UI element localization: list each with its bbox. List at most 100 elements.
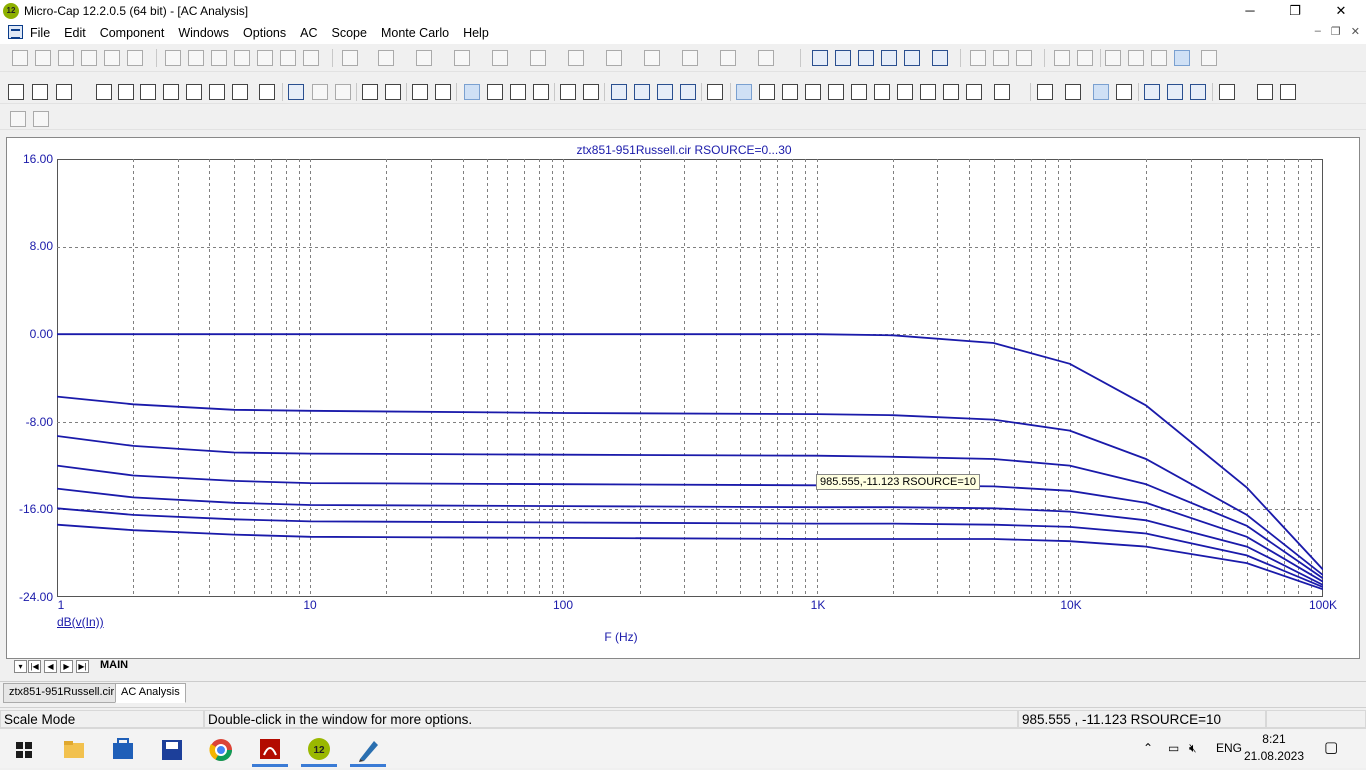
pen-tool-icon[interactable] <box>350 733 386 767</box>
macro-icon[interactable] <box>644 50 660 66</box>
fit-horizontal-icon[interactable] <box>1093 84 1109 100</box>
language-indicator[interactable]: ENG <box>1216 741 1242 755</box>
inflection-icon[interactable] <box>828 84 844 100</box>
tab-main[interactable]: MAIN <box>100 659 128 671</box>
component-editor-icon[interactable] <box>970 50 986 66</box>
window-split-icon[interactable] <box>881 50 897 66</box>
top-icon[interactable] <box>897 84 913 100</box>
bill-of-materials-icon[interactable] <box>1105 50 1121 66</box>
micro-cap-icon[interactable]: 12 <box>301 733 337 767</box>
cursor-right-icon[interactable] <box>533 84 549 100</box>
netlist-icon[interactable] <box>1128 50 1144 66</box>
pan-icon[interactable] <box>32 84 48 100</box>
tab-ac-analysis[interactable]: AC Analysis <box>115 683 186 703</box>
next-page-button[interactable]: ▶ <box>60 660 73 673</box>
select-mode-icon[interactable] <box>8 84 24 100</box>
text-mode-icon[interactable] <box>232 84 248 100</box>
plot-properties-icon[interactable] <box>1077 50 1093 66</box>
system-clock[interactable]: 8:21 21.08.2023 <box>1244 731 1304 765</box>
tile-vertical-icon[interactable] <box>835 50 851 66</box>
shape-editor-icon[interactable] <box>993 50 1009 66</box>
mosfet-icon[interactable] <box>568 50 584 66</box>
capacitor-icon[interactable] <box>416 50 432 66</box>
acrobat-icon[interactable] <box>252 733 288 767</box>
diode-icon[interactable] <box>492 50 508 66</box>
globe-icon[interactable] <box>1016 50 1032 66</box>
scope-icon[interactable] <box>56 84 72 100</box>
document-menu-icon[interactable] <box>8 25 23 39</box>
line-draw-icon[interactable] <box>140 84 156 100</box>
vertical-tag-icon[interactable] <box>583 84 599 100</box>
battery-icon[interactable]: ▭ <box>1168 741 1179 755</box>
font-icon[interactable] <box>1257 84 1273 100</box>
menu-help[interactable]: Help <box>463 26 489 40</box>
fit-vertical-icon[interactable] <box>1116 84 1132 100</box>
stepping-icon[interactable] <box>385 84 401 100</box>
print-icon[interactable] <box>127 50 143 66</box>
file-explorer-icon[interactable] <box>56 733 92 767</box>
transistor-icon[interactable] <box>530 50 546 66</box>
close-button[interactable]: ✕ <box>1318 0 1364 22</box>
inductor-icon[interactable] <box>454 50 470 66</box>
slope-icon[interactable] <box>943 84 959 100</box>
mdi-minimize-button[interactable]: – <box>1315 25 1321 38</box>
zoom-undo-icon[interactable] <box>680 84 696 100</box>
cascade-icon[interactable] <box>812 50 828 66</box>
run-icon[interactable] <box>288 84 304 100</box>
microsoft-store-icon[interactable] <box>105 733 141 767</box>
pause-icon[interactable] <box>335 84 351 100</box>
zoom-reset-icon[interactable] <box>657 84 673 100</box>
formula-icon[interactable] <box>209 84 225 100</box>
volume-muted-icon[interactable]: 🔇︎ <box>1189 741 1197 756</box>
first-page-button[interactable]: |◀ <box>28 660 41 673</box>
edit-properties-icon[interactable] <box>707 84 723 100</box>
bottom-icon[interactable] <box>920 84 936 100</box>
copy-plot-icon[interactable] <box>10 111 26 127</box>
frame-icon[interactable] <box>412 84 428 100</box>
mdi-close-button[interactable]: ✕ <box>1351 25 1360 38</box>
switch-icon[interactable] <box>758 50 774 66</box>
layout-icon[interactable] <box>1219 84 1235 100</box>
notifications-icon[interactable]: ▢ <box>1324 738 1338 756</box>
find-icon[interactable] <box>1190 84 1206 100</box>
step-icon[interactable] <box>362 84 378 100</box>
menu-windows[interactable]: Windows <box>178 26 229 40</box>
calculator-icon[interactable] <box>932 50 948 66</box>
trace-expression[interactable]: dB(v(In)) <box>57 615 104 629</box>
menu-options[interactable]: Options <box>243 26 286 40</box>
tray-expand-icon[interactable]: ⌃ <box>1143 741 1153 755</box>
menu-scope[interactable]: Scope <box>332 26 367 40</box>
clipboard-icon[interactable] <box>994 84 1010 100</box>
cursor-mode-icon[interactable] <box>464 84 480 100</box>
revert-icon[interactable] <box>81 50 97 66</box>
low-icon[interactable] <box>805 84 821 100</box>
branch-icon[interactable] <box>966 84 982 100</box>
stop-icon[interactable] <box>312 84 328 100</box>
micro-cap-schematic-icon[interactable] <box>154 733 190 767</box>
prev-page-button[interactable]: ◀ <box>44 660 57 673</box>
spell-check-icon[interactable] <box>1280 84 1296 100</box>
minimize-button[interactable]: ─ <box>1227 0 1273 22</box>
high-icon[interactable] <box>782 84 798 100</box>
open-file-icon[interactable] <box>35 50 51 66</box>
tag-mode-icon[interactable] <box>186 84 202 100</box>
cursor-left-icon[interactable] <box>510 84 526 100</box>
page-menu-button[interactable]: ▾ <box>14 660 27 673</box>
point-mode-icon[interactable] <box>163 84 179 100</box>
menu-ac[interactable]: AC <box>300 26 317 40</box>
horizontal-tag-icon[interactable] <box>560 84 576 100</box>
window-icon[interactable] <box>904 50 920 66</box>
tools-icon[interactable] <box>1151 50 1167 66</box>
graphics-icon[interactable] <box>259 84 275 100</box>
mdi-restore-button[interactable]: ❐ <box>1331 25 1341 38</box>
global-low-icon[interactable] <box>874 84 890 100</box>
cut-icon[interactable] <box>211 50 227 66</box>
zoom-area-icon[interactable] <box>634 84 650 100</box>
grid-toggle-icon[interactable] <box>435 84 451 100</box>
peak-icon[interactable] <box>736 84 752 100</box>
numeric-output-icon[interactable] <box>1065 84 1081 100</box>
zoom-out-icon[interactable] <box>1167 84 1183 100</box>
menu-monte-carlo[interactable]: Monte Carlo <box>381 26 449 40</box>
redo-icon[interactable] <box>188 50 204 66</box>
restore-button[interactable]: ❐ <box>1272 0 1318 22</box>
